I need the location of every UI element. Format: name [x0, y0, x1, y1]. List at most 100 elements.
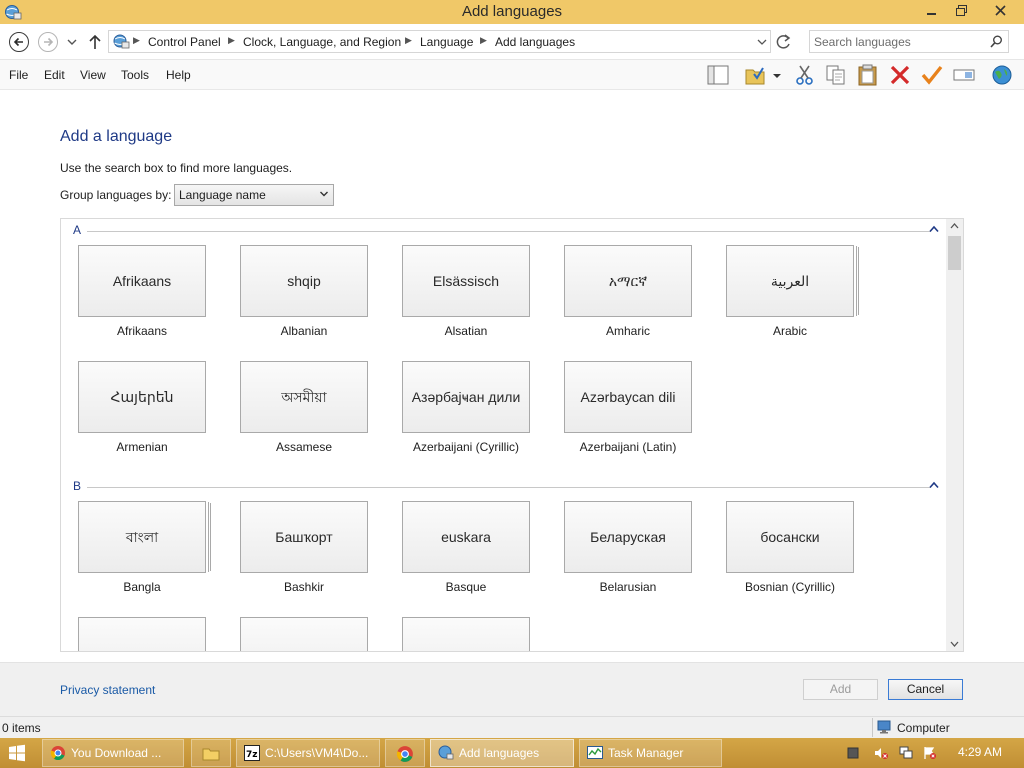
- language-tile-bashkir[interactable]: Башҡорт: [240, 501, 368, 573]
- menu-help[interactable]: Help: [166, 68, 191, 82]
- language-tile-partial[interactable]: [240, 617, 368, 651]
- globe-icon[interactable]: [990, 64, 1014, 86]
- item-count: 0 items: [2, 721, 41, 735]
- scroll-down-icon[interactable]: [950, 641, 959, 648]
- scissors-icon[interactable]: [793, 64, 817, 86]
- network-icon[interactable]: [899, 746, 913, 760]
- breadcrumb-add-languages[interactable]: Add languages: [495, 35, 575, 49]
- computer-icon: [877, 720, 891, 734]
- language-name-assamese: Assamese: [275, 440, 333, 454]
- scrollbar-thumb[interactable]: [948, 236, 961, 270]
- add-button[interactable]: Add: [803, 679, 878, 700]
- taskbar-item-add-languages[interactable]: Add languages: [430, 739, 574, 767]
- paste-icon[interactable]: [856, 64, 880, 86]
- taskbar-clock[interactable]: 4:29 AM: [958, 745, 1002, 759]
- taskbar: You Download ... 7z C:\Users\VM4\Do... A…: [0, 738, 1024, 768]
- copy-icon[interactable]: [824, 64, 848, 86]
- language-name-alsatian: Alsatian: [444, 324, 488, 338]
- language-tile-basque[interactable]: euskara: [402, 501, 530, 573]
- checkmark-icon[interactable]: [920, 64, 944, 86]
- language-tile-afrikaans[interactable]: Afrikaans: [78, 245, 206, 317]
- language-tile-alsatian[interactable]: Elsässisch: [402, 245, 530, 317]
- taskbar-item-label: Task Manager: [608, 746, 684, 760]
- chevron-down-icon[interactable]: [757, 37, 767, 47]
- language-name-belarusian: Belarusian: [599, 580, 657, 594]
- collapse-group-icon[interactable]: [929, 225, 939, 233]
- close-button[interactable]: [978, 0, 1022, 21]
- minimize-button[interactable]: [918, 0, 946, 21]
- taskbar-item-7zip[interactable]: 7z C:\Users\VM4\Do...: [236, 739, 380, 767]
- dialog-footer: Privacy statement Add Cancel: [0, 662, 1024, 716]
- close-icon: [994, 5, 1006, 16]
- refresh-icon[interactable]: [774, 33, 794, 51]
- breadcrumb-separator-icon[interactable]: ▶: [480, 35, 487, 46]
- menu-edit[interactable]: Edit: [44, 68, 65, 82]
- address-bar[interactable]: ▶ Control Panel ▶ Clock, Language, and R…: [108, 30, 771, 53]
- language-tile-bosnian-cyrillic[interactable]: босански: [726, 501, 854, 573]
- layout-pane-icon[interactable]: [706, 64, 730, 86]
- language-tile-armenian[interactable]: Հայերեն: [78, 361, 206, 433]
- taskbar-item-task-manager[interactable]: Task Manager: [579, 739, 722, 767]
- group-header-b[interactable]: B: [73, 479, 941, 493]
- breadcrumb-language[interactable]: Language: [420, 35, 473, 49]
- search-icon[interactable]: [990, 35, 1003, 48]
- folder-icon: [202, 748, 220, 761]
- collapse-group-icon[interactable]: [929, 481, 939, 489]
- delete-icon[interactable]: [888, 64, 912, 86]
- group-by-select[interactable]: Language name: [174, 184, 334, 206]
- language-tile-assamese[interactable]: অসমীয়া: [240, 361, 368, 433]
- language-name-bashkir: Bashkir: [283, 580, 324, 594]
- volume-muted-icon[interactable]: [874, 746, 888, 760]
- taskbar-item-download[interactable]: You Download ...: [42, 739, 184, 767]
- restore-button[interactable]: [946, 0, 976, 21]
- language-tile-bangla[interactable]: বাংলা: [78, 501, 206, 573]
- menu-view[interactable]: View: [80, 68, 106, 82]
- search-box[interactable]: [809, 30, 1009, 53]
- breadcrumb-clock-language-region[interactable]: Clock, Language, and Region: [243, 35, 401, 49]
- privacy-statement-link[interactable]: Privacy statement: [60, 683, 155, 697]
- search-input[interactable]: [814, 33, 984, 50]
- up-arrow-icon[interactable]: [87, 33, 103, 51]
- windows-start-icon[interactable]: [8, 744, 26, 762]
- breadcrumb-separator-icon[interactable]: ▶: [228, 35, 235, 46]
- recent-locations-icon[interactable]: [66, 37, 78, 47]
- title-bar[interactable]: Add languages: [0, 0, 1024, 24]
- status-bar: 0 items Computer: [0, 716, 1024, 738]
- rename-icon[interactable]: [952, 64, 976, 86]
- menu-tools[interactable]: Tools: [121, 68, 149, 82]
- language-tile-arabic[interactable]: العربية: [726, 245, 854, 317]
- language-tile-belarusian[interactable]: Беларуская: [564, 501, 692, 573]
- vertical-scrollbar[interactable]: [946, 219, 963, 651]
- menu-file[interactable]: File: [9, 68, 28, 82]
- language-tile-partial[interactable]: [78, 617, 206, 651]
- language-name-azerbaijani-latin: Azerbaijani (Latin): [579, 440, 677, 454]
- language-name-arabic: Arabic: [772, 324, 807, 338]
- cancel-button[interactable]: Cancel: [888, 679, 963, 700]
- taskbar-pin-explorer[interactable]: [191, 739, 231, 767]
- language-name-bangla: Bangla: [123, 580, 161, 594]
- folder-check-icon[interactable]: [744, 64, 768, 86]
- main-content: Add a language Use the search box to fin…: [0, 90, 1024, 662]
- language-tile-amharic[interactable]: አማርኛ: [564, 245, 692, 317]
- language-tile-albanian[interactable]: shqip: [240, 245, 368, 317]
- minimize-icon: [927, 13, 936, 15]
- breadcrumb-separator-icon[interactable]: ▶: [405, 35, 412, 46]
- language-tile-azerbaijani-latin[interactable]: Azərbaycan dili: [564, 361, 692, 433]
- scroll-up-icon[interactable]: [950, 222, 959, 229]
- language-tile-azerbaijani-cyrillic[interactable]: Азәрбајҹан дили: [402, 361, 530, 433]
- taskbar-pin-chrome[interactable]: [385, 739, 425, 767]
- forward-button[interactable]: [38, 32, 58, 52]
- 7zip-icon: 7z: [244, 745, 260, 761]
- language-list[interactable]: A Afrikaans Afrikaans shqip Albanian Els…: [60, 218, 964, 652]
- group-letter: A: [73, 223, 82, 237]
- language-tile-partial[interactable]: [402, 617, 530, 651]
- language-name-azerbaijani-cyrillic: Azerbaijani (Cyrillic): [412, 440, 520, 454]
- chevron-down-icon[interactable]: [770, 64, 784, 86]
- group-header-a[interactable]: A: [73, 223, 941, 237]
- action-center-flag-icon[interactable]: [923, 746, 937, 760]
- breadcrumb-separator-icon[interactable]: ▶: [133, 35, 140, 46]
- show-hidden-icons-icon[interactable]: [846, 746, 860, 760]
- breadcrumb-control-panel[interactable]: Control Panel: [148, 35, 221, 49]
- back-button[interactable]: [9, 32, 29, 52]
- language-name-afrikaans: Afrikaans: [116, 324, 168, 338]
